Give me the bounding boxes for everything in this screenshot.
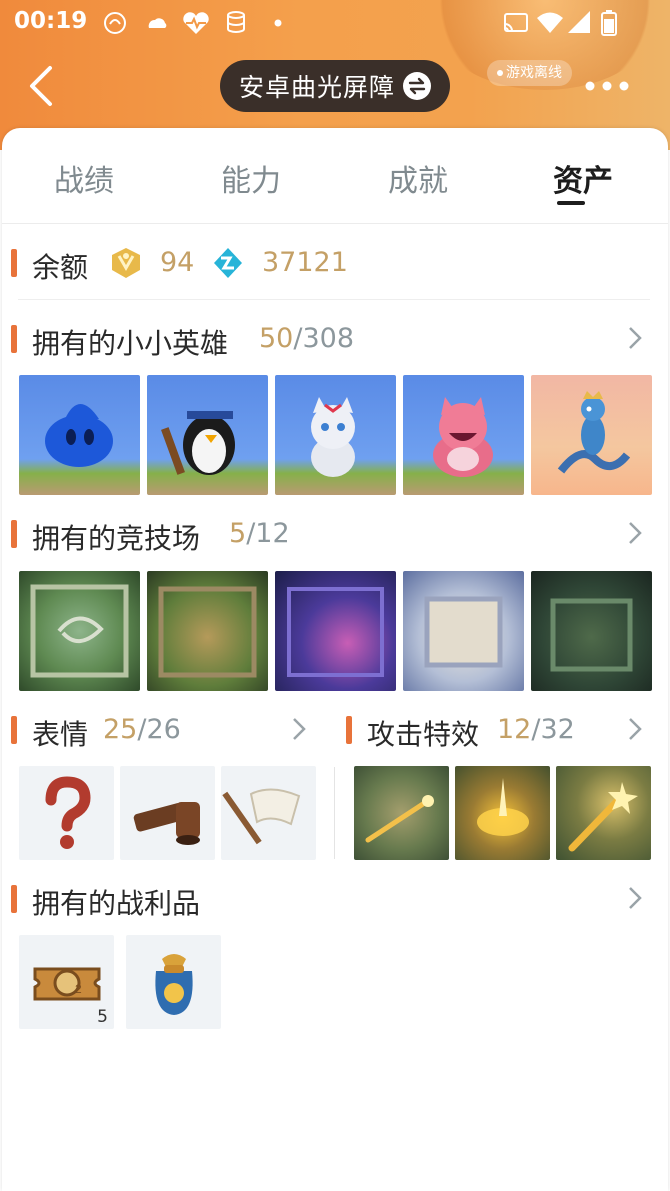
dot-icon (274, 19, 282, 27)
arenas-count: 5/12 (229, 518, 290, 549)
header-title: 安卓曲光屏障 (238, 73, 395, 102)
arena-board-icon (287, 587, 384, 677)
arena-board-icon (424, 596, 503, 668)
loot-bag-icon (155, 954, 193, 1015)
pink-creature-icon (433, 397, 493, 477)
arenas-total: /12 (246, 518, 290, 549)
white-flag-icon (222, 788, 301, 845)
section-marker (11, 325, 17, 353)
section-marker (11, 249, 17, 277)
legends-count: 50/308 (259, 323, 354, 354)
cloud-icon (148, 18, 167, 28)
attack-effect-tile-3[interactable] (556, 766, 651, 860)
legends-title: 拥有的小小英雄 (32, 327, 229, 360)
coin-balance: 94 (160, 247, 195, 278)
signal-icon (568, 11, 590, 33)
database-icon (227, 11, 245, 33)
gem-balance: 37121 (262, 247, 348, 278)
active-tab-indicator (557, 201, 585, 205)
emote-tile-flag[interactable] (221, 766, 316, 860)
chevron-right-icon[interactable] (627, 520, 643, 546)
loot-tile-ticket[interactable]: 2 5 (19, 935, 114, 1029)
gem-icon (214, 248, 242, 278)
legends-owned: 50 (259, 323, 294, 354)
more-options-icon[interactable] (582, 76, 632, 96)
arenas-title: 拥有的竞技场 (32, 522, 201, 555)
chevron-right-icon[interactable] (291, 716, 307, 742)
swap-icon (403, 72, 431, 100)
cast-icon (504, 13, 528, 32)
balance-label: 余额 (32, 251, 89, 284)
emote-tile-question[interactable] (19, 766, 114, 860)
tab-achievement[interactable]: 成就 (388, 156, 448, 200)
chevron-right-icon[interactable] (627, 716, 643, 742)
question-mark-icon (45, 776, 91, 849)
pipe-icon (133, 802, 200, 845)
arena-tile-3[interactable] (275, 571, 396, 691)
legend-tile-penguin[interactable] (147, 375, 268, 495)
tab-assets[interactable]: 资产 (553, 156, 613, 200)
chevron-right-icon[interactable] (627, 885, 643, 911)
wifi-icon (537, 12, 563, 33)
explosion-effect-icon (477, 778, 529, 836)
attack-effects-title: 攻击特效 (367, 718, 480, 751)
balance-divider (18, 299, 650, 300)
svg-text:2: 2 (75, 982, 82, 996)
arena-board-icon (158, 586, 257, 678)
back-arrow-icon[interactable] (22, 62, 62, 110)
arena-tile-2[interactable] (147, 571, 268, 691)
attack-effect-tile-2[interactable] (455, 766, 550, 860)
arena-tile-5[interactable] (531, 571, 652, 691)
section-marker (11, 885, 17, 913)
arena-tile-4[interactable] (403, 571, 524, 691)
section-marker (11, 520, 17, 548)
section-marker (11, 716, 17, 744)
arena-board-icon (30, 584, 129, 678)
legend-tile-spirit[interactable] (19, 375, 140, 495)
emotes-total: /26 (137, 714, 181, 745)
attack-effects-total: /32 (531, 714, 575, 745)
chevron-right-icon[interactable] (627, 325, 643, 351)
offline-status-badge: 游戏离线 (487, 60, 572, 86)
attack-effect-tile-1[interactable] (354, 766, 449, 860)
section-vertical-divider (334, 767, 335, 859)
arena-board-icon (550, 598, 633, 672)
white-cat-icon (311, 397, 355, 477)
tab-record[interactable]: 战绩 (54, 156, 114, 200)
emotes-owned: 25 (103, 714, 138, 745)
emotes-title: 表情 (32, 718, 89, 751)
sea-dragon-icon (557, 391, 631, 474)
status-time: 00:19 (14, 8, 88, 34)
arena-tile-1[interactable] (19, 571, 140, 691)
rocket-effect-icon (568, 782, 638, 852)
legend-tile-dragon[interactable] (531, 375, 652, 495)
health-heart-icon (183, 12, 209, 34)
attack-effects-count: 12/32 (497, 714, 575, 745)
tab-ability[interactable]: 能力 (221, 156, 281, 200)
emotes-count: 25/26 (103, 714, 181, 745)
ticket-count: 5 (97, 1007, 108, 1027)
blue-spirit-icon (45, 404, 113, 467)
legends-total: /308 (293, 323, 354, 354)
loot-title: 拥有的战利品 (32, 887, 201, 920)
section-marker (346, 716, 352, 744)
loot-tile-bag[interactable] (126, 935, 221, 1029)
attack-effects-owned: 12 (497, 714, 532, 745)
tab-bar: 战绩 能力 成就 资产 (2, 128, 668, 224)
arrow-effect-icon (365, 795, 434, 843)
battery-icon (601, 10, 617, 36)
status-bar: 00:19 (0, 0, 670, 46)
gold-coin-icon (112, 248, 140, 278)
arenas-owned: 5 (229, 518, 247, 549)
account-switch-button[interactable]: 安卓曲光屏障 (220, 60, 450, 112)
legend-tile-pink[interactable] (403, 375, 524, 495)
offline-label: 游戏离线 (506, 65, 562, 81)
emote-tile-pipe[interactable] (120, 766, 215, 860)
legend-tile-cat[interactable] (275, 375, 396, 495)
notification-app-icon (104, 12, 126, 34)
penguin-icon (161, 411, 235, 475)
